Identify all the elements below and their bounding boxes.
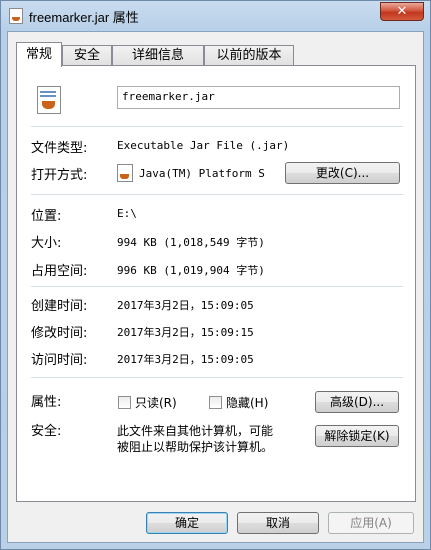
tab-previous-versions[interactable]: 以前的版本 [204,45,294,65]
file-type-label: 文件类型: [31,141,88,156]
readonly-label[interactable]: 只读(R) [135,394,177,411]
jar-file-icon [37,86,61,114]
hidden-label[interactable]: 隐藏(H) [226,394,268,411]
location-label: 位置: [31,209,62,224]
apply-button[interactable]: 应用(A) [328,512,414,534]
divider [31,194,403,195]
advanced-button[interactable]: 高级(D)... [315,391,399,413]
attributes-label: 属性: [31,395,62,410]
ok-button[interactable]: 确定 [146,512,228,534]
close-button[interactable]: ✕ [380,2,424,21]
security-label: 安全: [31,424,62,439]
general-panel: freemarker.jar 文件类型: Executable Jar File… [16,65,416,502]
size-value: 994 KB (1,018,549 字节) [117,236,265,249]
security-warning-line-1: 此文件来自其他计算机，可能 [117,424,274,438]
security-warning-line-2: 被阻止以帮助保护该计算机。 [117,440,274,454]
title-bar[interactable]: freemarker.jar 属性 ✕ [1,1,430,31]
created-label: 创建时间: [31,299,88,314]
divider [31,286,403,287]
properties-window: freemarker.jar 属性 ✕ 常规 安全 详细信息 以前的版本 fre… [0,0,431,550]
size-on-disk-value: 996 KB (1,019,904 字节) [117,264,265,277]
opens-with-label: 打开方式: [31,168,88,183]
readonly-checkbox[interactable] [118,396,131,409]
tab-details[interactable]: 详细信息 [112,45,204,65]
accessed-label: 访问时间: [31,353,88,368]
accessed-value: 2017年3月2日，15:09:05 [117,353,254,366]
java-app-icon [117,164,133,182]
window-title: freemarker.jar 属性 [29,10,139,25]
file-type-value: Executable Jar File (.jar) [117,139,290,152]
opens-with-value: Java(TM) Platform S [139,167,265,180]
filename-input[interactable]: freemarker.jar [117,86,400,109]
jar-file-icon [9,8,23,24]
divider [31,377,403,378]
change-button[interactable]: 更改(C)... [285,162,400,184]
location-value: E:\ [117,207,137,220]
divider [31,126,403,127]
modified-value: 2017年3月2日，15:09:15 [117,326,254,339]
modified-label: 修改时间: [31,326,88,341]
created-value: 2017年3月2日，15:09:05 [117,299,254,312]
cancel-button[interactable]: 取消 [237,512,319,534]
size-on-disk-label: 占用空间: [31,264,88,279]
tab-general[interactable]: 常规 [16,42,62,67]
hidden-checkbox[interactable] [209,396,222,409]
unblock-button[interactable]: 解除锁定(K) [315,425,399,447]
tab-security[interactable]: 安全 [62,45,112,65]
tab-strip: 常规 安全 详细信息 以前的版本 [16,42,416,67]
dialog-body: 常规 安全 详细信息 以前的版本 freemarker.jar 文件类型: Ex… [7,31,424,543]
size-label: 大小: [31,236,62,251]
